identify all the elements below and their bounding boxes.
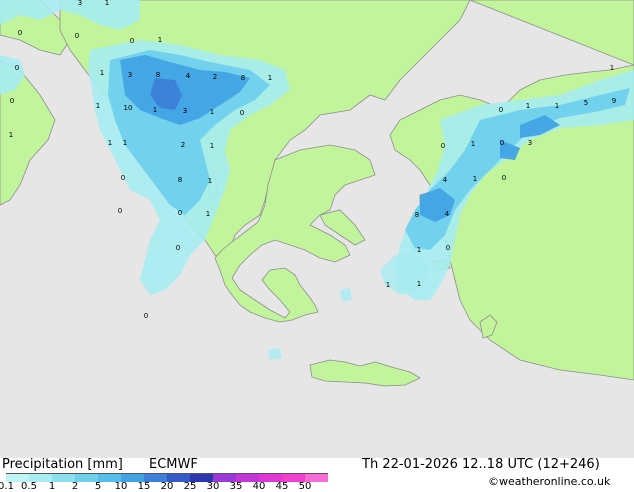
map-value: 0	[130, 37, 134, 45]
credit: ©weatheronline.co.uk	[488, 475, 611, 488]
map-value: 1	[268, 74, 272, 82]
map-value: 0	[502, 174, 506, 182]
map-value: 0	[10, 97, 14, 105]
map-value: 0	[178, 209, 182, 217]
valid-time: Th 22-01-2026 12..18 UTC (12+246)	[362, 457, 600, 472]
scale-label: 1	[48, 481, 56, 492]
map-value: 1	[108, 139, 112, 147]
map-value: 9	[612, 97, 616, 105]
map-value: 8	[241, 74, 245, 82]
map-value: 0	[18, 29, 22, 37]
map-value: 3	[128, 71, 132, 79]
scale-label: 0.5	[21, 481, 37, 492]
scale-label: 40	[252, 481, 266, 492]
map-value: 1	[105, 0, 109, 7]
map-value: 0	[118, 207, 122, 215]
scale-label: 35	[229, 481, 243, 492]
map-value: 0	[446, 244, 450, 252]
map-value: 0	[441, 142, 445, 150]
map-value: 0	[121, 174, 125, 182]
map-value: 4	[443, 176, 448, 184]
map-value: 2	[181, 141, 185, 149]
map-value: 3	[78, 0, 82, 7]
map-value: 1	[417, 246, 421, 254]
map-value: 5	[584, 99, 588, 107]
map-value: 1	[210, 108, 214, 116]
map-value: 0	[75, 32, 79, 40]
map-value: 0	[15, 64, 19, 72]
model-name: ECMWF	[149, 457, 198, 472]
map-value: 1	[100, 69, 104, 77]
map-value: 8	[415, 211, 419, 219]
map-value: 1	[526, 102, 530, 110]
map-value: 1	[473, 175, 477, 183]
map-value: 1	[555, 102, 559, 110]
map-value: 0	[499, 106, 503, 114]
map-value: 0	[500, 139, 504, 147]
legend-title: Precipitation [mm]	[2, 457, 123, 472]
scale-label: 2	[71, 481, 79, 492]
map-value: 1	[210, 142, 214, 150]
scale-label: 50	[298, 481, 312, 492]
footer: Precipitation [mm] ECMWF Th 22-01-2026 1…	[0, 457, 634, 492]
scale-label: 45	[275, 481, 289, 492]
map-value: 1	[123, 139, 127, 147]
map-value: 0	[144, 312, 148, 320]
scale-label: 20	[160, 481, 174, 492]
map-value: 8	[156, 71, 160, 79]
scale-label: 30	[206, 481, 220, 492]
map-value: 1	[158, 36, 162, 44]
map-value: 1	[153, 106, 157, 114]
scale-label: 0.1	[0, 481, 14, 492]
map-value: 1	[206, 210, 210, 218]
map-value: 8	[178, 176, 182, 184]
map-value: 4	[445, 210, 450, 218]
map-value: 2	[213, 73, 217, 81]
scale-label: 25	[183, 481, 197, 492]
scale-label: 5	[94, 481, 102, 492]
map-value: 1	[208, 177, 212, 185]
map-value: 0	[240, 109, 244, 117]
map-value: 1	[96, 102, 100, 110]
map-value: 1	[610, 64, 614, 72]
precipitation-map: 3 1 0 0 0 1 0 1 3 8 4 2 8 1 10 1 3 1 0 1…	[0, 0, 634, 458]
map-value: 3	[528, 139, 532, 147]
scale-label: 10	[114, 481, 128, 492]
map-value: 10	[124, 104, 133, 112]
map-value: 0	[176, 244, 180, 252]
scale-label: 15	[137, 481, 151, 492]
map-value: 1	[417, 280, 421, 288]
map-value: 1	[386, 281, 390, 289]
map-value: 1	[9, 131, 13, 139]
map-value: 3	[183, 107, 187, 115]
map-value: 4	[186, 72, 191, 80]
map-value: 1	[471, 140, 475, 148]
